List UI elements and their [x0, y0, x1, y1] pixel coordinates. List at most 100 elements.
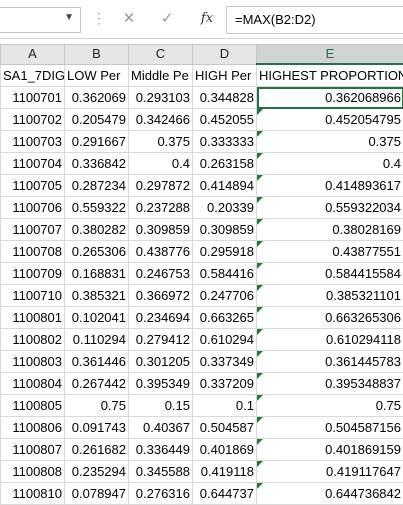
- table-cell[interactable]: 0.419117647: [257, 461, 403, 483]
- table-cell[interactable]: 0.452055: [193, 109, 257, 131]
- table-cell[interactable]: 0.438776: [129, 241, 193, 263]
- table-cell[interactable]: 0.559322034: [257, 197, 403, 219]
- table-cell[interactable]: 0.504587156: [257, 417, 403, 439]
- table-cell[interactable]: 1100709: [1, 263, 65, 285]
- table-cell[interactable]: 0.15: [129, 395, 193, 417]
- table-cell[interactable]: 0.337209: [193, 373, 257, 395]
- table-cell[interactable]: 1100801: [1, 307, 65, 329]
- table-cell[interactable]: 0.293103: [129, 87, 193, 109]
- name-box[interactable]: ▼: [0, 7, 81, 33]
- column-header-c[interactable]: C: [129, 45, 193, 65]
- table-cell[interactable]: 0.235294: [65, 461, 129, 483]
- column-header-e[interactable]: E: [257, 45, 403, 65]
- table-cell[interactable]: 1100706: [1, 197, 65, 219]
- insert-function-icon[interactable]: fx: [196, 8, 218, 30]
- header-cell[interactable]: HIGHEST PROPORTION: [257, 64, 403, 87]
- chevron-down-icon[interactable]: ▼: [64, 12, 74, 23]
- table-cell[interactable]: 0.644737: [193, 483, 257, 505]
- table-cell[interactable]: 1100701: [1, 87, 65, 109]
- table-cell[interactable]: 0.246753: [129, 263, 193, 285]
- table-cell[interactable]: 0.610294118: [257, 329, 403, 351]
- table-cell[interactable]: 0.102041: [65, 307, 129, 329]
- table-cell[interactable]: 1100803: [1, 351, 65, 373]
- header-cell[interactable]: HIGH Per: [193, 64, 257, 87]
- table-cell[interactable]: 1100805: [1, 395, 65, 417]
- table-cell[interactable]: 0.401869159: [257, 439, 403, 461]
- column-header-b[interactable]: B: [65, 45, 129, 65]
- table-cell[interactable]: 0.559322: [65, 197, 129, 219]
- column-header-d[interactable]: D: [193, 45, 257, 65]
- table-cell[interactable]: 1100707: [1, 219, 65, 241]
- table-cell[interactable]: 0.336449: [129, 439, 193, 461]
- table-cell[interactable]: 0.375: [129, 131, 193, 153]
- table-cell[interactable]: 0.4: [257, 153, 403, 175]
- table-cell[interactable]: 0.504587: [193, 417, 257, 439]
- cancel-icon[interactable]: ✕: [118, 8, 140, 30]
- table-cell[interactable]: 1100704: [1, 153, 65, 175]
- table-cell[interactable]: 0.419118: [193, 461, 257, 483]
- table-cell[interactable]: 0.1: [193, 395, 257, 417]
- table-cell[interactable]: 1100810: [1, 483, 65, 505]
- table-cell[interactable]: 0.205479: [65, 109, 129, 131]
- table-cell[interactable]: 0.168831: [65, 263, 129, 285]
- table-cell[interactable]: 0.663265: [193, 307, 257, 329]
- table-cell[interactable]: 0.078947: [65, 483, 129, 505]
- table-cell[interactable]: 0.380282: [65, 219, 129, 241]
- table-cell[interactable]: 0.337349: [193, 351, 257, 373]
- formula-input[interactable]: =MAX(B2:D2): [226, 6, 403, 34]
- table-cell[interactable]: 0.276316: [129, 483, 193, 505]
- table-cell[interactable]: 0.75: [257, 395, 403, 417]
- table-cell[interactable]: 0.584416: [193, 263, 257, 285]
- table-cell[interactable]: 1100708: [1, 241, 65, 263]
- table-cell[interactable]: 0.336842: [65, 153, 129, 175]
- table-cell[interactable]: 0.295918: [193, 241, 257, 263]
- table-cell[interactable]: 0.110294: [65, 329, 129, 351]
- table-cell[interactable]: 0.414894: [193, 175, 257, 197]
- header-cell[interactable]: Middle Pe: [129, 64, 193, 87]
- table-cell[interactable]: 0.267442: [65, 373, 129, 395]
- table-cell[interactable]: 0.309859: [193, 219, 257, 241]
- table-cell[interactable]: 0.414893617: [257, 175, 403, 197]
- active-cell[interactable]: 0.362068966: [257, 87, 403, 109]
- table-cell[interactable]: 1100703: [1, 131, 65, 153]
- table-cell[interactable]: 0.452054795: [257, 109, 403, 131]
- table-cell[interactable]: 0.261682: [65, 439, 129, 461]
- enter-icon[interactable]: ✓: [156, 8, 178, 30]
- table-cell[interactable]: 0.610294: [193, 329, 257, 351]
- table-cell[interactable]: 0.43877551: [257, 241, 403, 263]
- table-cell[interactable]: 0.297872: [129, 175, 193, 197]
- table-cell[interactable]: 0.395349: [129, 373, 193, 395]
- table-cell[interactable]: 0.291667: [65, 131, 129, 153]
- table-cell[interactable]: 0.75: [65, 395, 129, 417]
- header-cell[interactable]: LOW Per: [65, 64, 129, 87]
- table-cell[interactable]: 0.362069: [65, 87, 129, 109]
- table-cell[interactable]: 0.401869: [193, 439, 257, 461]
- table-cell[interactable]: 0.344828: [193, 87, 257, 109]
- table-cell[interactable]: 0.4: [129, 153, 193, 175]
- table-cell[interactable]: 0.385321101: [257, 285, 403, 307]
- table-cell[interactable]: 0.385321: [65, 285, 129, 307]
- table-cell[interactable]: 0.263158: [193, 153, 257, 175]
- table-cell[interactable]: 0.40367: [129, 417, 193, 439]
- table-cell[interactable]: 0.644736842: [257, 483, 403, 505]
- table-cell[interactable]: 0.663265306: [257, 307, 403, 329]
- table-cell[interactable]: 0.342466: [129, 109, 193, 131]
- table-cell[interactable]: 0.091743: [65, 417, 129, 439]
- table-cell[interactable]: 1100710: [1, 285, 65, 307]
- table-cell[interactable]: 1100702: [1, 109, 65, 131]
- table-cell[interactable]: 0.234694: [129, 307, 193, 329]
- table-cell[interactable]: 0.345588: [129, 461, 193, 483]
- table-cell[interactable]: 0.309859: [129, 219, 193, 241]
- table-cell[interactable]: 1100804: [1, 373, 65, 395]
- table-cell[interactable]: 0.375: [257, 131, 403, 153]
- table-cell[interactable]: 0.584415584: [257, 263, 403, 285]
- table-cell[interactable]: 1100802: [1, 329, 65, 351]
- table-cell[interactable]: 0.38028169: [257, 219, 403, 241]
- header-cell[interactable]: SA1_7DIG: [1, 64, 65, 87]
- table-cell[interactable]: 1100808: [1, 461, 65, 483]
- table-cell[interactable]: 0.287234: [65, 175, 129, 197]
- table-cell[interactable]: 0.366972: [129, 285, 193, 307]
- table-cell[interactable]: 0.20339: [193, 197, 257, 219]
- table-cell[interactable]: 0.361446: [65, 351, 129, 373]
- table-cell[interactable]: 0.361445783: [257, 351, 403, 373]
